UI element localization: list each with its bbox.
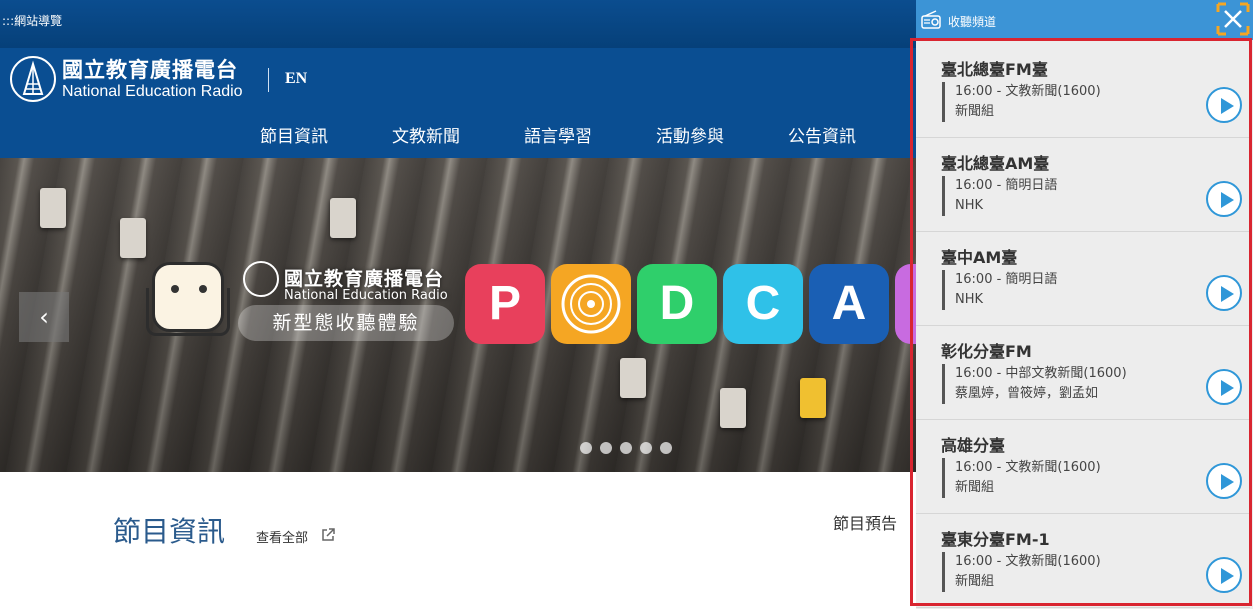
channel-item[interactable]: 臺北總臺AM臺 16:00 - 簡明日語 NHK (916, 138, 1250, 232)
panel-title: 收聽頻道 (948, 15, 997, 29)
channel-name: 臺中AM臺 (941, 248, 1018, 267)
view-all-link[interactable]: 查看全部 (256, 527, 308, 546)
panel-header: 收聽頻道 (916, 0, 1253, 40)
hero-banner[interactable]: 國立教育廣播電台 National Education Radio 新型態收聽體… (0, 158, 920, 472)
vinyl-icon (561, 274, 621, 334)
banner-slogan: 新型態收聽體驗 (238, 305, 454, 341)
play-button[interactable] (1206, 275, 1242, 311)
podcast-tile-a: A (809, 264, 889, 344)
podcast-tile-p: P (465, 264, 545, 344)
nav-item-programs[interactable]: 節目資訊 (260, 122, 328, 147)
channel-info: 16:00 - 文教新聞(1600) 新聞組 (942, 552, 1101, 592)
nav-item-language[interactable]: 語言學習 (524, 122, 592, 147)
channel-program: 16:00 - 文教新聞(1600) (955, 460, 1101, 475)
play-button[interactable] (1206, 557, 1242, 593)
nav-item-announcements[interactable]: 公告資訊 (788, 122, 856, 147)
carousel-dot[interactable] (600, 442, 612, 454)
logo-text: 國立教育廣播電台 National Education Radio (62, 57, 243, 101)
channel-host: 蔡凰婷，曾筱婷，劉孟如 (955, 386, 1099, 401)
play-button[interactable] (1206, 369, 1242, 405)
channel-item[interactable]: 臺北總臺FM臺 16:00 - 文教新聞(1600) 新聞組 (916, 44, 1250, 138)
carousel-dot[interactable] (660, 442, 672, 454)
channel-host: 新聞組 (955, 480, 995, 495)
podcast-tile-o (551, 264, 631, 344)
section-title: 節目資訊 (113, 515, 226, 548)
channel-name: 臺東分臺FM-1 (941, 530, 1050, 549)
carousel-dot[interactable] (640, 442, 652, 454)
radio-icon (921, 10, 941, 29)
play-button[interactable] (1206, 181, 1242, 217)
channel-program: 16:00 - 簡明日語 (955, 272, 1058, 287)
channel-info: 16:00 - 簡明日語 NHK (942, 176, 1057, 216)
external-link-icon[interactable] (320, 527, 336, 543)
channel-item[interactable]: 高雄分臺 16:00 - 文教新聞(1600) 新聞組 (916, 420, 1250, 514)
channel-program: 16:00 - 中部文教新聞(1600) (955, 366, 1127, 381)
logo-emblem-icon (10, 56, 56, 102)
site-logo[interactable]: 國立教育廣播電台 National Education Radio (10, 56, 243, 102)
banner-logo-cn: 國立教育廣播電台 (284, 268, 445, 290)
sitemap-link[interactable]: :::網站導覽 (2, 12, 62, 29)
tile-letter: P (488, 277, 521, 330)
channel-item[interactable]: 臺中AM臺 16:00 - 簡明日語 NHK (916, 232, 1250, 326)
program-preview-label[interactable]: 節目預告 (833, 510, 897, 534)
channel-info: 16:00 - 文教新聞(1600) 新聞組 (942, 458, 1101, 498)
channel-name: 臺北總臺FM臺 (941, 60, 1048, 79)
mascot-eye (199, 285, 207, 293)
channel-info: 16:00 - 文教新聞(1600) 新聞組 (942, 82, 1101, 122)
channel-info: 16:00 - 簡明日語 NHK (942, 270, 1057, 310)
channel-program: 16:00 - 文教新聞(1600) (955, 554, 1101, 569)
tile-letter: A (831, 277, 867, 330)
carousel-dot[interactable] (580, 442, 592, 454)
channel-program: 16:00 - 簡明日語 (955, 178, 1058, 193)
banner-content: 國立教育廣播電台 National Education Radio 新型態收聽體… (0, 158, 920, 472)
channel-name: 彰化分臺FM (941, 342, 1032, 361)
mascot-eye (171, 285, 179, 293)
channel-host: 新聞組 (955, 574, 995, 589)
language-switch-en[interactable]: EN (285, 70, 307, 88)
channel-host: NHK (955, 198, 984, 213)
page: :::網站導覽 國立教育廣播電台 National Education Radi… (0, 0, 1253, 609)
tile-letter: C (745, 277, 781, 330)
radio-channel-panel: 收聽頻道 臺北總臺FM臺 16:00 - 文教新聞(1600) 新聞組 臺北總臺… (916, 0, 1253, 609)
channel-program: 16:00 - 文教新聞(1600) (955, 84, 1101, 99)
channel-item[interactable]: 彰化分臺FM 16:00 - 中部文教新聞(1600) 蔡凰婷，曾筱婷，劉孟如 (916, 326, 1250, 420)
logo-title-cn: 國立教育廣播電台 (62, 57, 238, 82)
channel-host: NHK (955, 292, 984, 307)
podcast-tile-c: C (723, 264, 803, 344)
banner-logo-en: National Education Radio (284, 288, 448, 303)
channel-info: 16:00 - 中部文教新聞(1600) 蔡凰婷，曾筱婷，劉孟如 (942, 364, 1127, 404)
channel-item[interactable]: 臺東分臺FM-1 16:00 - 文教新聞(1600) 新聞組 (916, 514, 1250, 608)
tile-letter: D (659, 277, 695, 330)
play-button[interactable] (1206, 87, 1242, 123)
carousel-prev-button[interactable]: ‹ (19, 292, 69, 342)
channel-name: 臺北總臺AM臺 (941, 154, 1050, 173)
banner-logo-emblem-icon (243, 261, 279, 297)
close-icon[interactable] (1216, 2, 1250, 36)
channel-host: 新聞組 (955, 104, 995, 119)
mascot-icon (152, 262, 224, 332)
chevron-left-icon: ‹ (39, 303, 49, 331)
carousel-dot[interactable] (620, 442, 632, 454)
header-divider (268, 68, 269, 92)
channel-name: 高雄分臺 (941, 436, 1006, 455)
play-button[interactable] (1206, 463, 1242, 499)
nav-item-activities[interactable]: 活動參與 (656, 122, 724, 147)
nav-item-news[interactable]: 文教新聞 (392, 122, 460, 147)
logo-title-en: National Education Radio (62, 83, 243, 100)
podcast-tile-d: D (637, 264, 717, 344)
